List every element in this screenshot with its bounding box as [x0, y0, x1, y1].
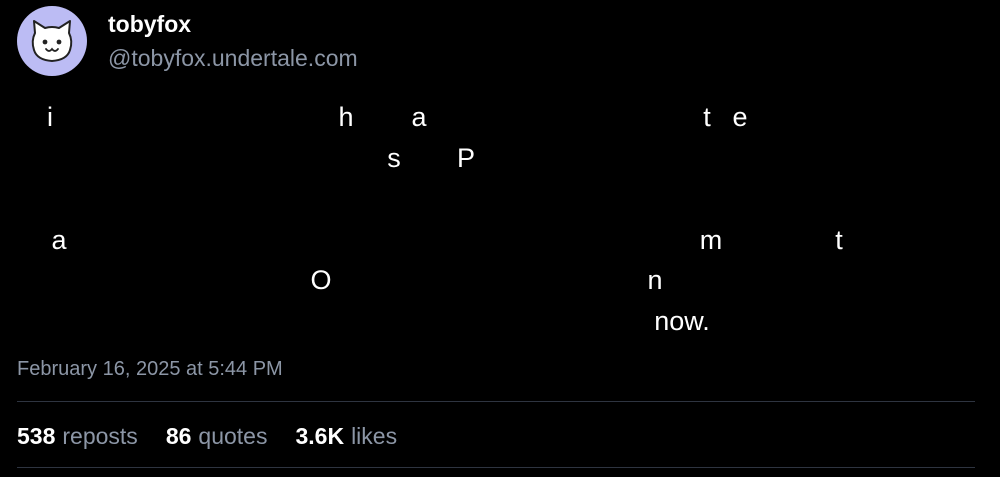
post-char: e [732, 102, 748, 132]
reposts-stat[interactable]: 538 reposts [17, 422, 138, 450]
reposts-label: reposts [62, 423, 138, 449]
post-char: m [699, 225, 723, 255]
post-char: t [835, 225, 843, 255]
post-char: h [338, 102, 354, 132]
post-char: O [310, 265, 332, 295]
likes-count: 3.6K [295, 423, 345, 449]
likes-stat[interactable]: 3.6K likes [295, 422, 397, 450]
avatar[interactable] [17, 6, 87, 76]
reposts-count: 538 [17, 423, 56, 449]
post-char: now. [654, 306, 710, 336]
author-handle[interactable]: @tobyfox.undertale.com [108, 44, 358, 72]
post-char: s [387, 143, 401, 173]
author-display-name[interactable]: tobyfox [108, 10, 191, 38]
post-char: t [703, 102, 711, 132]
post-timestamp[interactable]: February 16, 2025 at 5:44 PM [17, 357, 283, 381]
post-char: a [411, 102, 427, 132]
post-char: P [456, 143, 476, 173]
post-char: n [647, 265, 663, 295]
post-char: i [47, 102, 53, 132]
divider [17, 467, 975, 468]
quotes-label: quotes [198, 423, 268, 449]
quotes-stat[interactable]: 86 quotes [166, 422, 268, 450]
likes-label: likes [351, 423, 398, 449]
quotes-count: 86 [165, 423, 192, 449]
post-char: a [51, 225, 67, 255]
cat-face-icon [31, 20, 73, 62]
post-stats: 538 reposts 86 quotes 3.6K likes [17, 422, 397, 450]
divider [17, 401, 975, 402]
